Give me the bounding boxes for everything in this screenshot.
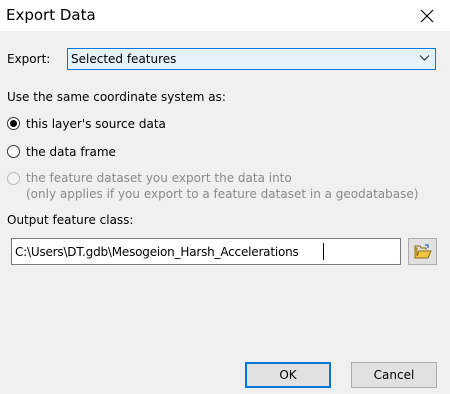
- export-dropdown[interactable]: Selected features: [67, 48, 436, 70]
- coordinate-heading: Use the same coordinate system as:: [7, 90, 226, 104]
- radio-source-data-label[interactable]: this layer's source data: [26, 116, 166, 132]
- chevron-down-icon: [419, 55, 430, 61]
- export-dropdown-value: Selected features: [71, 52, 177, 66]
- radio-data-frame[interactable]: [7, 145, 20, 158]
- open-folder-icon: [414, 243, 432, 258]
- radio-data-frame-label[interactable]: the data frame: [26, 144, 116, 160]
- cancel-button[interactable]: Cancel: [351, 362, 437, 388]
- output-feature-class-value: C:\Users\DT.gdb\Mesogeion_Harsh_Accelera…: [15, 245, 299, 259]
- close-icon: [420, 9, 434, 22]
- close-button[interactable]: [404, 0, 450, 31]
- cancel-button-label: Cancel: [373, 368, 415, 382]
- ok-button[interactable]: OK: [245, 362, 331, 388]
- title-bar: Export Data: [0, 0, 450, 31]
- radio-source-data[interactable]: [7, 117, 20, 130]
- export-label: Export:: [7, 52, 51, 66]
- text-caret: [323, 243, 324, 260]
- radio-feature-dataset-note: (only applies if you export to a feature…: [26, 187, 419, 201]
- ok-button-label: OK: [279, 368, 297, 382]
- browse-button[interactable]: [408, 238, 437, 265]
- output-label: Output feature class:: [7, 213, 134, 227]
- output-feature-class-input[interactable]: C:\Users\DT.gdb\Mesogeion_Harsh_Accelera…: [11, 238, 401, 265]
- radio-feature-dataset: [7, 172, 20, 185]
- window-title: Export Data: [6, 6, 96, 24]
- radio-feature-dataset-label: the feature dataset you export the data …: [26, 171, 292, 185]
